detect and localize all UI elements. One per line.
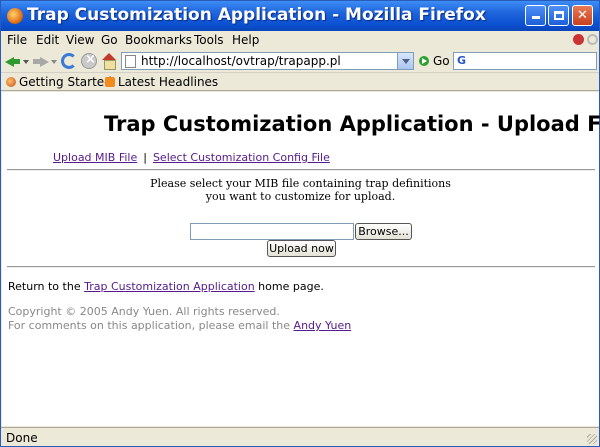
back-dropdown-icon[interactable] [23, 60, 29, 64]
navigation-toolbar: http://localhost/ovtrap/trapapp.pl Go G [1, 49, 599, 73]
page-nav: Upload MIB File | Select Customization Con… [53, 151, 330, 164]
google-icon[interactable]: G [457, 54, 466, 67]
menu-bookmarks[interactable]: Bookmarks [125, 33, 192, 47]
page-icon [125, 55, 136, 68]
select-config-link[interactable]: Select Customization Config File [153, 151, 330, 164]
instructions: Please select your MIB file containing t… [2, 177, 599, 203]
forward-dropdown-icon[interactable] [51, 60, 57, 64]
email-author-link[interactable]: Andy Yuen [294, 319, 352, 332]
page-title: Trap Customization Application - Upload … [104, 112, 600, 136]
menu-view[interactable]: View [66, 33, 94, 47]
bookmark-getting-started[interactable]: Getting Started [19, 75, 112, 89]
menu-bar: File Edit View Go Bookmarks Tools Help [1, 31, 599, 49]
status-bar: Done [1, 427, 599, 446]
upload-mib-link[interactable]: Upload MIB File [53, 151, 137, 164]
go-button[interactable]: Go [433, 54, 450, 68]
menu-edit[interactable]: Edit [36, 33, 59, 47]
file-path-input[interactable] [190, 223, 354, 240]
search-input[interactable]: G [453, 52, 597, 70]
menu-file[interactable]: File [7, 33, 27, 47]
url-dropdown-icon[interactable] [397, 53, 413, 69]
bookmark-latest-headlines[interactable]: Latest Headlines [118, 75, 218, 89]
comments-line: For comments on this application, please… [8, 319, 351, 332]
firefox-icon [7, 8, 23, 24]
home-icon[interactable] [101, 53, 117, 70]
minimize-button[interactable] [525, 5, 546, 26]
home-page-link[interactable]: Trap Customization Application [84, 280, 255, 293]
menu-tools[interactable]: Tools [194, 33, 224, 47]
instructions-line-1: Please select your MIB file containing t… [150, 177, 451, 190]
window-title: Trap Customization Application - Mozilla… [27, 5, 486, 25]
divider [7, 169, 595, 171]
title-bar[interactable]: Trap Customization Application - Mozilla… [1, 1, 599, 31]
back-arrow-icon[interactable] [5, 53, 21, 69]
rss-icon [105, 77, 115, 87]
page-content: Trap Customization Application - Upload … [2, 92, 600, 426]
minimize-icon [531, 16, 540, 19]
menu-go[interactable]: Go [101, 33, 118, 47]
url-bar[interactable]: http://localhost/ovtrap/trapapp.pl [121, 52, 414, 70]
comments-prefix: For comments on this application, please… [8, 319, 294, 332]
throbber-icon [587, 34, 598, 45]
browser-window: Trap Customization Application - Mozilla… [0, 0, 600, 447]
stop-icon[interactable] [81, 52, 97, 69]
instructions-line-2: you want to customize for upload. [205, 190, 396, 203]
return-suffix: home page. [254, 280, 324, 293]
maximize-icon [553, 11, 564, 20]
activity-stop-icon [573, 34, 584, 45]
resize-grip-icon[interactable] [587, 434, 597, 444]
status-text: Done [6, 431, 38, 445]
bookmarks-toolbar: Getting Started Latest Headlines [1, 73, 599, 91]
getting-started-icon [6, 77, 16, 87]
copyright-text: Copyright © 2005 Andy Yuen. All rights r… [8, 305, 280, 318]
menu-help[interactable]: Help [232, 33, 259, 47]
close-button[interactable]: ✕ [572, 5, 593, 26]
reload-icon[interactable] [61, 53, 77, 69]
browse-button[interactable]: Browse... [355, 223, 412, 240]
return-line: Return to the Trap Customization Applica… [8, 280, 324, 293]
go-icon[interactable] [419, 56, 429, 66]
nav-separator: | [143, 151, 147, 164]
forward-arrow-icon[interactable] [33, 53, 49, 69]
upload-button[interactable]: Upload now [267, 240, 336, 257]
url-input[interactable]: http://localhost/ovtrap/trapapp.pl [141, 54, 341, 68]
maximize-button[interactable] [548, 5, 569, 26]
divider [7, 266, 595, 268]
return-prefix: Return to the [8, 280, 85, 293]
